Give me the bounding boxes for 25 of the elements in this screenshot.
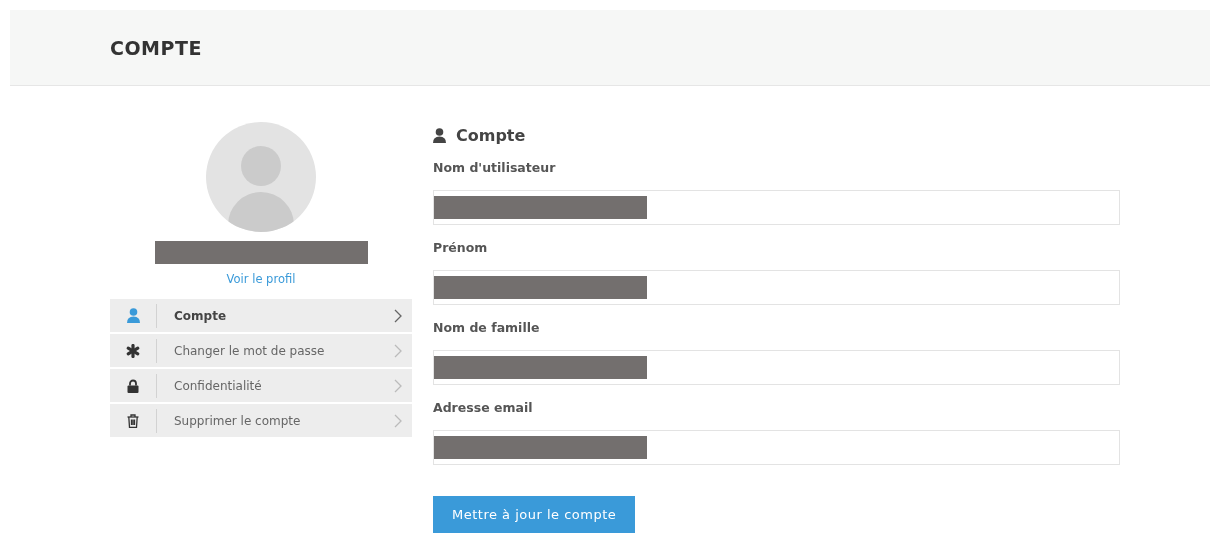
field-label: Nom de famille — [433, 320, 541, 335]
lock-icon — [127, 378, 139, 393]
field-label: Prénom — [433, 240, 489, 255]
chevron-icon — [394, 308, 402, 323]
sidebar-item[interactable]: Changer le mot de passe — [110, 334, 412, 367]
input-field[interactable] — [433, 350, 1120, 385]
input-field[interactable] — [433, 270, 1120, 305]
form-title: Compte — [456, 126, 526, 145]
trash-icon — [127, 413, 139, 428]
field-label: Nom d'utilisateur — [433, 160, 557, 175]
chevron-icon — [394, 343, 402, 358]
update-account-button[interactable]: Mettre à jour le compte — [433, 496, 636, 533]
field-label: Adresse email — [433, 400, 534, 415]
sidebar-item[interactable]: Supprimer le compte — [110, 404, 412, 437]
chevron-icon — [394, 378, 402, 393]
user-icon — [126, 308, 140, 323]
page-title: COMPTE — [110, 36, 202, 59]
asterisk-icon — [126, 343, 140, 358]
sidebar-item[interactable]: Confidentialité — [110, 369, 412, 402]
view-profile-link[interactable]: Voir le profil — [226, 272, 296, 286]
user-icon — [433, 128, 446, 143]
chevron-icon — [394, 413, 402, 428]
sidebar-item[interactable]: Compte — [110, 299, 412, 332]
input-field[interactable] — [433, 430, 1120, 465]
input-field[interactable] — [433, 190, 1120, 225]
